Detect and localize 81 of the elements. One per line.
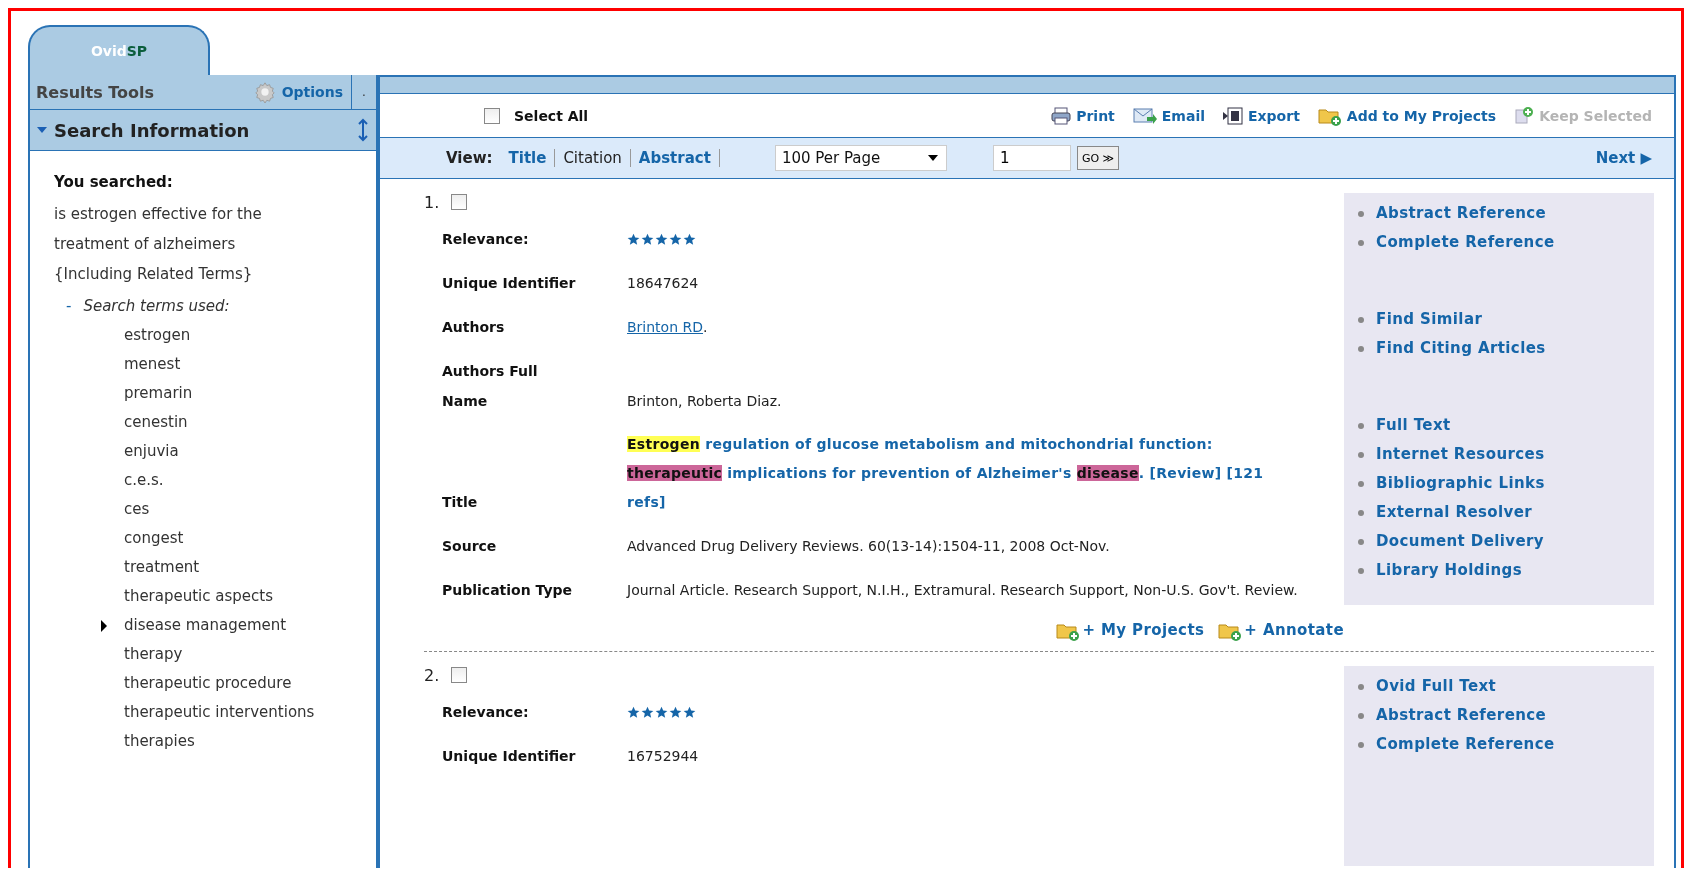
field-label: Source: [442, 537, 498, 556]
resource-link[interactable]: Bibliographic Links: [1358, 469, 1654, 498]
toolbar-action[interactable]: Export: [1223, 106, 1300, 125]
toolbar-action[interactable]: Print: [1051, 106, 1115, 125]
result-checkbox[interactable]: [451, 194, 468, 210]
you-searched-label: You searched:: [54, 173, 174, 191]
field-label: Authors Full Name: [442, 362, 539, 411]
search-information-header[interactable]: Search Information: [28, 109, 378, 151]
envelope-icon: [1132, 106, 1157, 125]
collapse-toggle[interactable]: -: [66, 291, 72, 321]
result-checkbox[interactable]: [451, 667, 468, 683]
dropdown-caret-icon: [927, 155, 938, 161]
field-value: Brinton RD.: [627, 318, 709, 337]
ovidsp-tab[interactable]: OvidSP: [28, 25, 210, 75]
expand-triangle-icon[interactable]: [100, 619, 108, 633]
toolbar-action[interactable]: Add to My Projects: [1317, 105, 1497, 126]
go-button[interactable]: GO ≫: [1076, 146, 1120, 170]
resource-link[interactable]: Document Delivery: [1358, 527, 1654, 556]
search-term: therapies: [124, 731, 196, 752]
next-link[interactable]: Next ▶: [1595, 149, 1652, 167]
resource-link[interactable]: Complete Reference: [1358, 730, 1654, 759]
view-label: View:: [446, 149, 493, 167]
view-option[interactable]: Citation: [555, 149, 631, 167]
result-number: 2.: [424, 665, 440, 685]
resource-link[interactable]: Complete Reference: [1358, 228, 1654, 257]
field-value: 16752944: [627, 747, 700, 766]
view-option[interactable]: Title: [500, 149, 556, 167]
panel-label: .: [362, 85, 366, 99]
search-term: ces: [124, 499, 151, 520]
field-value: Brinton, Roberta Diaz.: [627, 392, 783, 411]
search-term: therapy: [124, 644, 184, 665]
resource-link[interactable]: Full Text: [1358, 411, 1654, 440]
result-number: 1.: [424, 192, 440, 212]
search-term: cenestin: [124, 412, 189, 433]
select-all-checkbox[interactable]: Select All: [484, 107, 1052, 124]
search-term: premarin: [124, 383, 194, 404]
author-link[interactable]: Brinton RD: [627, 319, 703, 335]
search-terms-heading: Search terms used:: [83, 296, 230, 317]
results-tools-title: Results Tools: [36, 82, 156, 102]
field-label: Title: [442, 493, 479, 512]
field-label: Unique Identifier: [442, 274, 577, 293]
resize-arrows-icon: [358, 118, 368, 142]
options-link[interactable]: Options: [281, 84, 343, 100]
settings-icon: [253, 81, 276, 103]
search-term: congest: [124, 528, 185, 549]
view-option[interactable]: Abstract: [630, 149, 720, 167]
resource-link[interactable]: Abstract Reference: [1358, 199, 1654, 228]
field-label: Authors: [442, 318, 506, 337]
search-term: treatment: [124, 557, 201, 578]
printer-icon: [1051, 106, 1072, 125]
page-number-field[interactable]: 1: [992, 145, 1071, 171]
search-term: therapeutic aspects: [124, 586, 274, 607]
resource-link[interactable]: External Resolver: [1358, 498, 1654, 527]
search-term: enjuvia: [124, 441, 180, 462]
search-term: estrogen: [124, 325, 192, 346]
search-term: menest: [124, 354, 182, 375]
item-action-link[interactable]: + My Projects: [1056, 616, 1205, 645]
toolbar-action[interactable]: Email: [1132, 106, 1205, 125]
field-label: Publication Type: [442, 581, 574, 600]
field-value: Journal Article. Research Support, N.I.H., Extramural. Research Support, Non-U.S. Gov't. Review.: [627, 581, 1299, 600]
field-label: Relevance:: [442, 230, 530, 249]
export-icon: [1223, 106, 1243, 125]
search-term: c.e.s.: [124, 470, 165, 491]
field-label: Unique Identifier: [442, 747, 577, 766]
resource-link[interactable]: Ovid Full Text: [1358, 672, 1654, 701]
resource-link[interactable]: Library Holdings: [1358, 556, 1654, 585]
article-title[interactable]: Estrogen regulation of glucose metabolism and mitochondrial function: therapeutic implications for prevention of Alzheimer's disease. [Review] [121 refs]: [627, 430, 1304, 517]
item-action-link[interactable]: + Annotate: [1218, 616, 1344, 645]
field-value: Advanced Drug Delivery Reviews. 60(13-14):1504-11, 2008 Oct-Nov.: [627, 537, 1111, 556]
search-query: is estrogen effective for the treatment of alzheimers {Including Related Terms}: [54, 204, 263, 285]
search-term: therapeutic interventions: [124, 702, 316, 723]
search-term: therapeutic procedure: [124, 673, 293, 694]
search-term[interactable]: disease management: [124, 611, 339, 640]
resource-link[interactable]: Abstract Reference: [1358, 701, 1654, 730]
field-value: 18647624: [627, 274, 700, 293]
per-page-dropdown[interactable]: 100 Per Page: [774, 145, 947, 171]
field-label: Relevance:: [442, 703, 530, 722]
resource-link[interactable]: Find Citing Articles: [1358, 334, 1654, 363]
resource-link[interactable]: Internet Resources: [1358, 440, 1654, 469]
resource-link[interactable]: Find Similar: [1358, 305, 1654, 334]
add-page-icon: [1514, 106, 1535, 125]
